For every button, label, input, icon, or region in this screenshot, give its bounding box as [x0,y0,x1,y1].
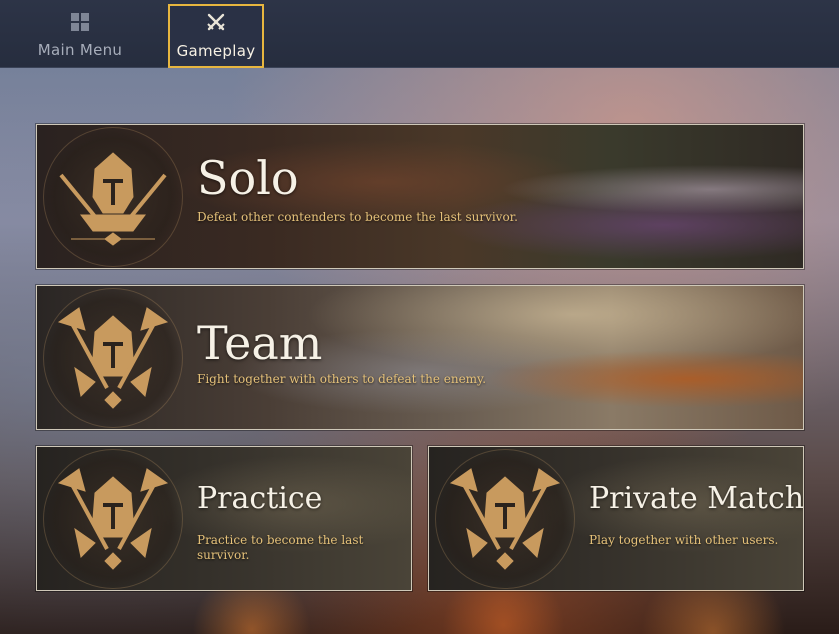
tab-main-menu[interactable]: Main Menu [28,5,132,68]
ember-glow-decoration [0,590,839,634]
tab-main-menu-label: Main Menu [37,41,123,59]
grid-icon [71,13,89,31]
knight-helmet-swords-icon [59,151,167,246]
practice-mode-card[interactable]: Practice Practice to become the last sur… [36,446,412,591]
crossed-swords-icon [207,13,225,31]
knight-helmet-axes-icon [57,306,169,409]
practice-title: Practice [197,481,323,516]
knight-helmet-axes-icon [57,467,169,570]
team-mode-card[interactable]: Team Fight together with others to defea… [36,285,804,430]
tab-gameplay[interactable]: Gameplay [168,4,264,68]
top-navigation-bar: Main Menu Gameplay [0,0,839,68]
solo-title: Solo [197,151,299,205]
practice-description: Practice to become the last survivor. [197,533,364,562]
solo-mode-card[interactable]: Solo Defeat other contenders to become t… [36,124,804,269]
knight-helmet-axes-icon [449,467,561,570]
private-match-title: Private Match [589,481,804,516]
tab-gameplay-label: Gameplay [176,42,256,60]
private-match-description: Play together with other users. [589,533,779,547]
solo-description: Defeat other contenders to become the la… [197,210,518,224]
team-description: Fight together with others to defeat the… [197,372,487,386]
team-title: Team [197,316,323,370]
private-match-mode-card[interactable]: Private Match Play together with other u… [428,446,804,591]
